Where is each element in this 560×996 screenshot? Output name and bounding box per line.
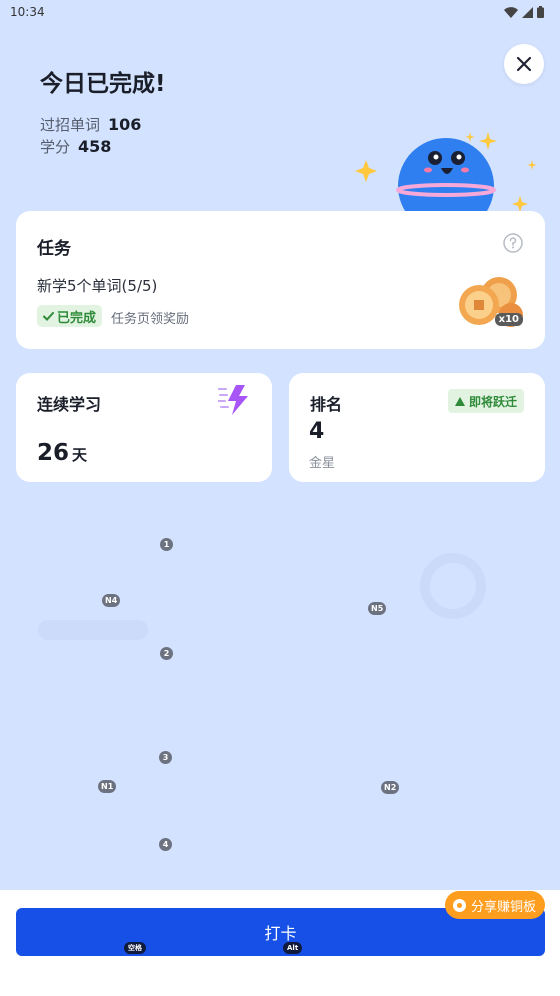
status-time: 10:34 [10, 5, 45, 19]
score-value: 458 [78, 137, 112, 156]
words-stat: 过招单词 106 [40, 114, 141, 135]
coin-count: x10 [494, 313, 523, 326]
status-bar: 10:34 [0, 0, 560, 24]
rising-label: 即将跃迁 [468, 394, 517, 409]
page-title: 今日已完成! [40, 71, 166, 97]
rising-badge: 即将跃迁 [447, 389, 524, 413]
check-icon [43, 311, 54, 321]
streak-number: 26 [37, 440, 70, 466]
faded-placeholder [38, 620, 148, 640]
share-label: 分享赚铜板 [471, 899, 537, 915]
shortcut-hint[interactable]: N1 [98, 780, 117, 793]
streak-label: 连续学习 [37, 395, 102, 414]
shortcut-hint[interactable]: 4 [159, 838, 172, 851]
coin-icon [453, 898, 466, 912]
score-stat: 学分 458 [40, 136, 111, 157]
streak-card: 连续学习 26 天 [16, 373, 272, 482]
key-hint-space: 空格 [124, 942, 146, 954]
task-title: 任务 [37, 239, 71, 259]
rank-card: 排名 即将跃迁 4 金星 [289, 373, 545, 482]
lightning-icon [218, 385, 248, 415]
arrow-up-icon [454, 396, 465, 406]
completed-badge: 已完成 [37, 305, 103, 327]
task-card: 任务 新学5个单词(5/5) 已完成 任务页领奖励 x10 [16, 211, 545, 349]
streak-unit: 天 [72, 446, 88, 464]
planet-mascot-icon [355, 132, 537, 214]
words-label: 过招单词 [40, 116, 101, 134]
rank-value: 4 [309, 419, 325, 444]
score-label: 学分 [40, 138, 71, 156]
shortcut-hint[interactable]: N2 [381, 781, 400, 794]
shortcut-hint[interactable]: N5 [368, 602, 387, 615]
key-hint-alt: Alt [283, 942, 303, 954]
wifi-icon [504, 6, 518, 18]
battery-icon [537, 6, 544, 18]
faded-placeholder-circle [420, 553, 486, 619]
close-button[interactable] [504, 44, 544, 84]
shortcut-hint[interactable]: 2 [160, 647, 173, 660]
signal-icon [522, 6, 533, 18]
rank-label: 排名 [310, 395, 343, 414]
shortcut-hint[interactable]: 3 [159, 751, 172, 764]
completed-label: 已完成 [57, 310, 97, 326]
share-button[interactable]: 分享赚铜板 [445, 891, 546, 919]
words-value: 106 [108, 115, 142, 134]
shortcut-hint[interactable]: N4 [102, 594, 121, 607]
streak-value: 26 天 [37, 440, 87, 466]
task-description: 新学5个单词(5/5) [37, 277, 158, 295]
shortcut-hint[interactable]: 1 [160, 538, 173, 551]
reward-note: 任务页领奖励 [111, 312, 190, 327]
rank-tier: 金星 [309, 456, 336, 471]
close-icon [516, 56, 532, 72]
help-icon[interactable] [503, 233, 523, 253]
